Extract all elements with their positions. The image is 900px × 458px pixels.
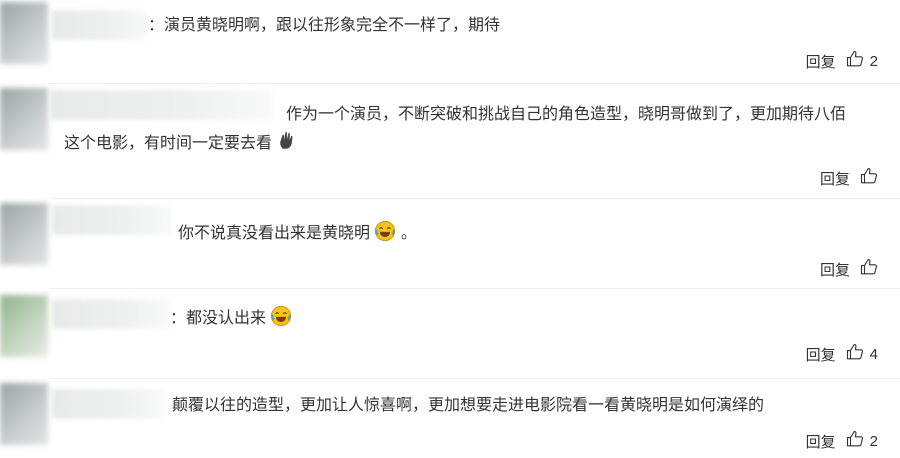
like-count: 4 [869, 345, 878, 363]
avatar[interactable] [0, 295, 48, 357]
username-blurred[interactable] [52, 10, 148, 40]
reply-button[interactable]: 回复 [820, 168, 850, 189]
avatar[interactable] [0, 203, 48, 265]
comment-actions: 回复 4 [806, 342, 878, 366]
thumbs-up-icon [860, 167, 878, 189]
comment-actions: 回复 2 [806, 49, 878, 73]
comment-text: ：都没认出来 [170, 310, 267, 327]
like-count: 2 [869, 432, 878, 450]
comment-text: 你不说真没看出来是黄晓明 [178, 225, 371, 242]
comment-text-line-2: 这个电影，有时间一定要去看 [64, 130, 298, 158]
like-button[interactable] [860, 167, 878, 189]
laughing-tears-emoji-icon [374, 220, 400, 242]
comment-item: ：演员黄晓明啊，跟以往形象完全不一样了，期待 回复 2 [0, 0, 900, 82]
username-blurred[interactable] [50, 90, 272, 120]
like-button[interactable]: 2 [846, 50, 878, 72]
laughing-tears-emoji-icon [270, 305, 292, 327]
comment-item: ：都没认出来 回复 4 [0, 289, 900, 377]
comment-item: 你不说真没看出来是黄晓明 。 回复 [0, 199, 900, 287]
comment-text: 这个电影，有时间一定要去看 [64, 135, 273, 152]
thumbs-up-icon [846, 50, 864, 72]
comment-actions: 回复 [820, 257, 878, 281]
avatar[interactable] [0, 88, 48, 150]
username-blurred[interactable] [52, 299, 170, 329]
comment-text: ：演员黄晓明啊，跟以往形象完全不一样了，期待 [148, 17, 501, 34]
comment-item: 颠覆以往的造型，更加让人惊喜啊，更加想要走进电影院看一看黄晓明是如何演绎的 回复… [0, 379, 900, 458]
comment-text-trail: 。 [400, 225, 417, 242]
thumbs-up-icon [846, 343, 864, 365]
comment-text-line: 你不说真没看出来是黄晓明 。 [178, 220, 417, 248]
comment-text-line: ：都没认出来 [170, 305, 292, 333]
reply-button[interactable]: 回复 [820, 259, 850, 280]
like-count: 2 [869, 52, 878, 70]
username-blurred[interactable] [52, 205, 172, 235]
like-button[interactable] [860, 258, 878, 280]
waving-hand-emoji-icon [276, 132, 298, 152]
thumbs-up-icon [860, 258, 878, 280]
comment-actions: 回复 [820, 166, 878, 190]
comment-actions: 回复 2 [806, 429, 878, 453]
username-blurred[interactable] [52, 389, 164, 419]
thumbs-up-icon [846, 430, 864, 452]
like-button[interactable]: 2 [846, 430, 878, 452]
comment-text: 颠覆以往的造型，更加让人惊喜啊，更加想要走进电影院看一看黄晓明是如何演绎的 [172, 397, 765, 414]
avatar[interactable] [0, 383, 48, 445]
reply-button[interactable]: 回复 [806, 431, 836, 452]
like-button[interactable]: 4 [846, 343, 878, 365]
reply-button[interactable]: 回复 [806, 51, 836, 72]
comment-text-line-1: 作为一个演员，不断突破和挑战自己的角色造型，晓明哥做到了，更加期待八佰 [286, 106, 847, 123]
reply-button[interactable]: 回复 [806, 344, 836, 365]
comment-item: 作为一个演员，不断突破和挑战自己的角色造型，晓明哥做到了，更加期待八佰 这个电影… [0, 84, 900, 196]
avatar[interactable] [0, 2, 48, 64]
